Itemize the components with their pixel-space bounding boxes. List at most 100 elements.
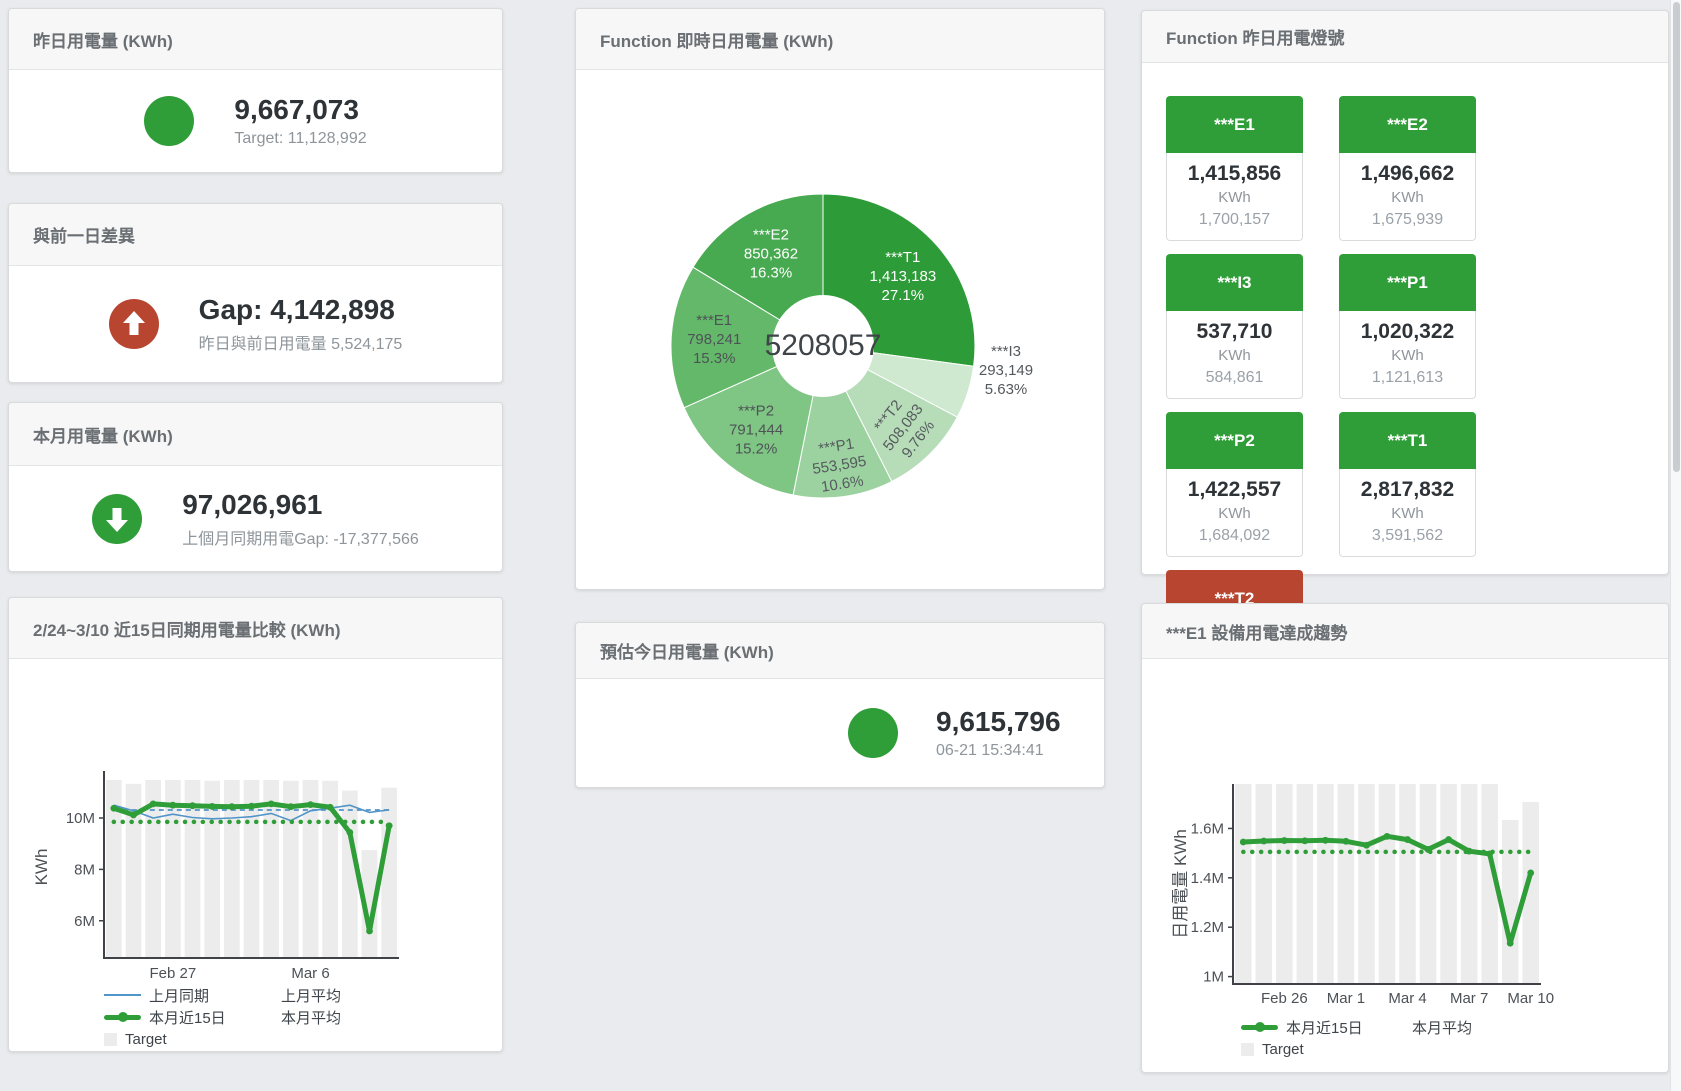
tile-unit: KWh	[1342, 503, 1473, 524]
legend-item: 上月平均	[236, 985, 368, 1006]
legend-item: 本月近15日	[104, 1007, 236, 1028]
card-day-gap-title: 與前一日差異	[33, 222, 135, 247]
status-tile-E2: ***E21,496,662KWh1,675,939	[1339, 96, 1476, 241]
legend-item: 上月同期	[104, 985, 236, 1006]
svg-text:KWh: KWh	[32, 849, 51, 886]
card-yesterday-header: 昨日用電量 (KWh)	[9, 9, 502, 70]
svg-text:Feb 27: Feb 27	[149, 965, 196, 982]
tile-value: 1,422,557	[1169, 476, 1300, 503]
svg-text:日用電量 KWh: 日用電量 KWh	[1171, 829, 1190, 939]
day-gap-subtext: 昨日與前日用電量 5,524,175	[199, 330, 403, 354]
legend-label: 上月同期	[149, 985, 209, 1006]
tile-target-value: 1,700,157	[1169, 208, 1300, 231]
svg-text:293,149: 293,149	[979, 362, 1033, 379]
svg-text:Mar 10: Mar 10	[1507, 990, 1554, 1007]
tile-body: 1,020,322KWh1,121,613	[1339, 311, 1476, 399]
tile-status-header: ***P1	[1339, 254, 1476, 311]
svg-text:6M: 6M	[74, 913, 95, 930]
legend-row: 上月同期 上月平均	[104, 984, 368, 1006]
tile-status-header: ***I3	[1166, 254, 1303, 311]
compare-usage-line-chart: 6M8M10MFeb 27Mar 6KWh	[9, 659, 504, 989]
card-yesterday-usage: 昨日用電量 (KWh) 9,667,073 Target: 11,128,992	[8, 8, 503, 173]
svg-text:1,413,183: 1,413,183	[869, 268, 936, 285]
page-scrollbar-track	[1670, 0, 1681, 1091]
green-status-circle-icon	[144, 96, 194, 146]
legend-row: 本月近15日本月平均	[1241, 1016, 1493, 1038]
svg-text:Mar 6: Mar 6	[291, 965, 329, 982]
legend-row: Target	[1241, 1038, 1493, 1060]
svg-text:Mar 4: Mar 4	[1388, 990, 1426, 1007]
svg-text:***E1: ***E1	[696, 312, 732, 329]
tile-body: 1,496,662KWh1,675,939	[1339, 153, 1476, 241]
status-tile-T1: ***T12,817,832KWh3,591,562	[1339, 412, 1476, 557]
e1-trend-line-chart: 1M1.2M1.4M1.6MFeb 26Mar 1Mar 4Mar 7Mar 1…	[1142, 659, 1670, 1014]
card-realtime-donut: Function 即時日用電量 (KWh) ***T1 1,413,183 27.1…	[575, 8, 1105, 590]
svg-text:15.3%: 15.3%	[693, 350, 736, 367]
tile-status-header: ***T1	[1339, 412, 1476, 469]
status-tile-E1: ***E11,415,856KWh1,700,157	[1166, 96, 1303, 241]
card-month-title: 本月用電量 (KWh)	[33, 422, 173, 447]
trend-chart-legend: 本月近15日本月平均 Target	[1241, 1016, 1493, 1060]
card-donut-title: Function 即時日用電量 (KWh)	[600, 27, 833, 52]
tile-target-value: 1,684,092	[1169, 524, 1300, 547]
page-scrollbar-thumb[interactable]	[1673, 2, 1680, 472]
card-compare-chart: 2/24~3/10 近15日同期用電量比較 (KWh) 6M8M10MFeb 2…	[8, 597, 503, 1052]
status-tile-P2: ***P21,422,557KWh1,684,092	[1166, 412, 1303, 557]
svg-text:***I3: ***I3	[991, 343, 1021, 360]
legend-label: 本月近15日	[149, 1007, 226, 1028]
tile-target-value: 584,861	[1169, 366, 1300, 389]
card-status-lights: Function 昨日用電燈號 ***E11,415,856KWh1,700,1…	[1141, 10, 1669, 575]
tile-body: 1,422,557KWh1,684,092	[1166, 469, 1303, 557]
svg-text:***E2: ***E2	[753, 227, 789, 244]
svg-text:Feb 26: Feb 26	[1261, 990, 1308, 1007]
legend-swatch-thick-solid-icon	[1241, 1025, 1278, 1030]
legend-item: Target	[104, 1031, 167, 1048]
tile-unit: KWh	[1169, 187, 1300, 208]
yesterday-usage-value: 9,667,073	[234, 94, 366, 126]
svg-text:1.6M: 1.6M	[1191, 820, 1224, 837]
svg-text:27.1%: 27.1%	[882, 287, 925, 304]
legend-swatch-thick-dotted-icon	[1367, 1025, 1404, 1030]
kpi-yesterday-body: 9,667,073 Target: 11,128,992	[9, 70, 502, 172]
svg-text:10M: 10M	[66, 810, 95, 827]
card-yesterday-title: 昨日用電量 (KWh)	[33, 27, 173, 52]
tile-status-header: ***E1	[1166, 96, 1303, 153]
svg-text:Mar 7: Mar 7	[1450, 990, 1488, 1007]
legend-label: Target	[1262, 1041, 1304, 1058]
svg-text:1M: 1M	[1203, 969, 1224, 986]
compare-chart-legend: 上月同期 上月平均本月近15日本月平均 Target	[104, 984, 368, 1050]
card-estimate-title: 預估今日用電量 (KWh)	[600, 638, 774, 663]
tile-unit: KWh	[1342, 187, 1473, 208]
tile-body: 1,415,856KWh1,700,157	[1166, 153, 1303, 241]
tile-unit: KWh	[1342, 345, 1473, 366]
svg-text:Mar 1: Mar 1	[1327, 990, 1365, 1007]
card-day-gap-header: 與前一日差異	[9, 204, 502, 266]
card-estimate-header: 預估今日用電量 (KWh)	[576, 623, 1104, 679]
donut-center-total: 5208057	[743, 328, 903, 364]
svg-text:***T1: ***T1	[885, 249, 920, 266]
svg-text:***P2: ***P2	[738, 403, 774, 420]
legend-label: 上月平均	[281, 985, 341, 1006]
svg-text:798,241: 798,241	[687, 331, 741, 348]
card-trend-chart: ***E1 設備用電達成趨勢 1M1.2M1.4M1.6MFeb 26Mar 1…	[1141, 603, 1669, 1073]
card-donut-header: Function 即時日用電量 (KWh)	[576, 9, 1104, 70]
tile-value: 537,710	[1169, 318, 1300, 345]
status-tile-I3: ***I3537,710KWh584,861	[1166, 254, 1303, 399]
card-month-header: 本月用電量 (KWh)	[9, 403, 502, 466]
legend-swatch-thick-solid-icon	[104, 1015, 141, 1020]
tile-body: 537,710KWh584,861	[1166, 311, 1303, 399]
tile-status-header: ***E2	[1339, 96, 1476, 153]
card-lights-title: Function 昨日用電燈號	[1166, 24, 1344, 49]
svg-text:1.4M: 1.4M	[1191, 870, 1224, 887]
legend-row: 本月近15日本月平均	[104, 1006, 368, 1028]
card-compare-title: 2/24~3/10 近15日同期用電量比較 (KWh)	[33, 616, 341, 641]
kpi-month-body: 97,026,961 上個月同期用電Gap: -17,377,566	[9, 466, 502, 571]
svg-text:791,444: 791,444	[729, 422, 783, 439]
svg-text:5.63%: 5.63%	[985, 381, 1028, 398]
card-lights-header: Function 昨日用電燈號	[1142, 11, 1668, 63]
tile-body: 2,817,832KWh3,591,562	[1339, 469, 1476, 557]
svg-text:850,362: 850,362	[744, 246, 798, 263]
legend-swatch-thin-dashed-icon	[236, 994, 273, 996]
tile-status-header: ***P2	[1166, 412, 1303, 469]
legend-label: Target	[125, 1031, 167, 1048]
